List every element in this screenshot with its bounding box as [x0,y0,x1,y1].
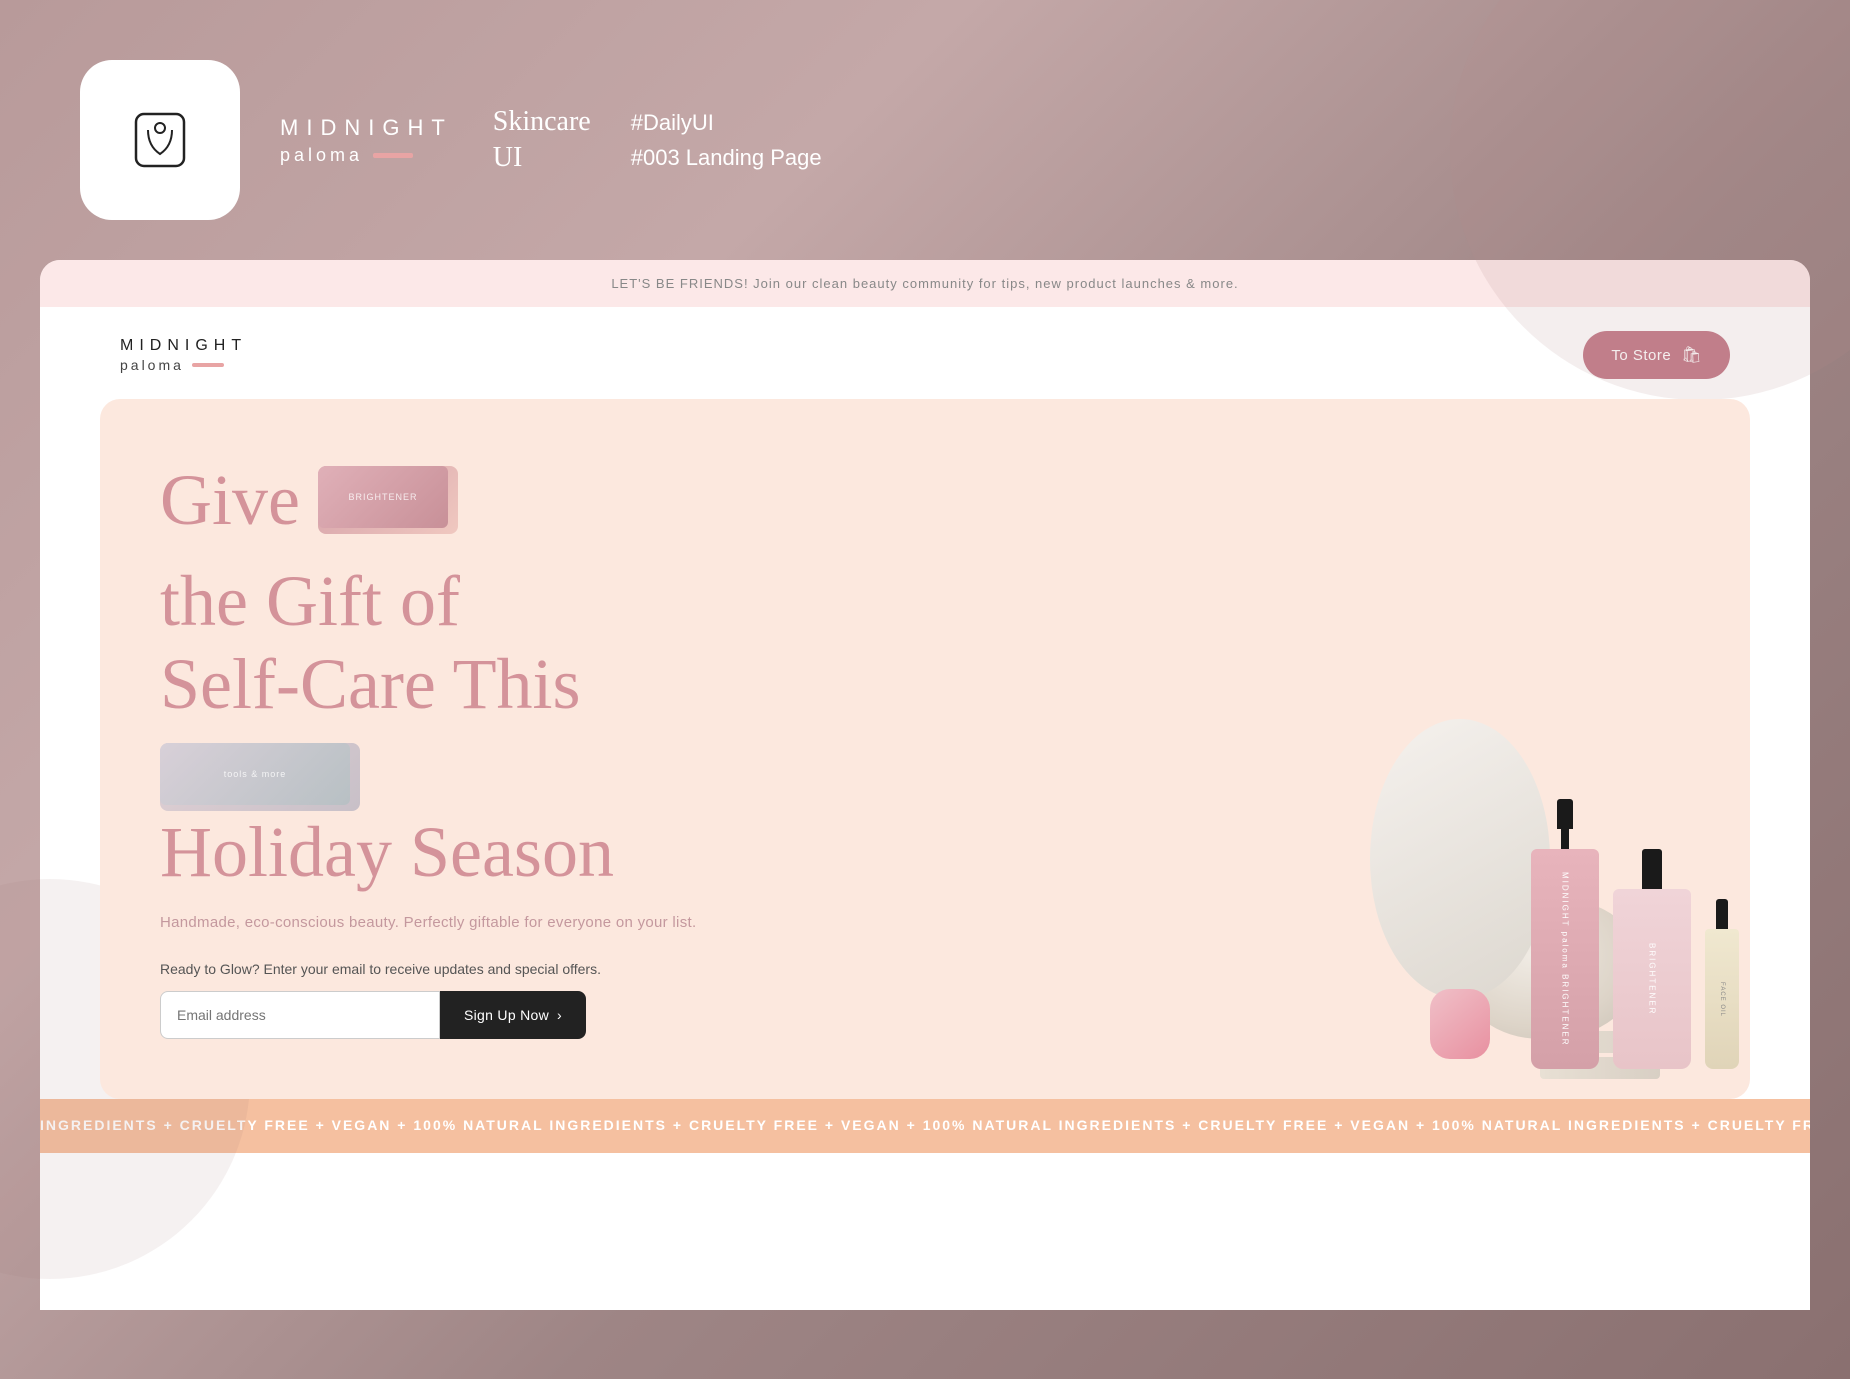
meta-brand-name: MIDNIGHT [280,115,453,141]
nav-bar-decoration [192,363,224,367]
meta-brand: MIDNIGHT paloma [280,115,453,166]
bottle-body-medium: BRIGHTENER [1613,889,1691,1069]
hero-cta-label: Ready to Glow? Enter your email to recei… [160,961,740,977]
bottle-brightener-tall: MIDNIGHT paloma BRIGHTENER [1530,799,1600,1079]
hero-give-text: Give [160,459,300,542]
meta-brand-bar [373,153,413,158]
shield-icon [128,108,192,172]
to-store-label: To Store [1611,347,1671,364]
ticker-bar: INGREDIENTS + CRUELTY FREE + VEGAN + 100… [40,1099,1810,1153]
hero-section: Give BRIGHTENER the Gift of Self-Care Th… [100,399,1750,1099]
hero-headline-line1: Give BRIGHTENER the Gift of [160,459,740,643]
bottle-pump-neck [1561,829,1569,849]
meta-daily-label: #DailyUI #003 Landing Page [631,105,822,175]
hero-subtext: Handmade, eco-conscious beauty. Perfectl… [160,914,740,931]
signup-arrow-icon: › [557,1007,562,1023]
bottle-body-tall: MIDNIGHT paloma BRIGHTENER [1531,849,1599,1069]
meta-brand-sub-row: paloma [280,145,453,166]
product-bottles: MIDNIGHT paloma BRIGHTENER BRIGHTENER FA… [1530,799,1740,1079]
bottle-medium: BRIGHTENER [1612,849,1692,1079]
signup-button[interactable]: Sign Up Now › [440,991,586,1039]
nav-logo-sub-text: paloma [120,357,184,373]
hero-inset-image2: tools & more [160,743,360,811]
nav-logo-sub: paloma [120,357,247,373]
bottle-roller: FACE OIL [1704,899,1740,1079]
hero-holiday-text: Holiday Season [160,811,740,894]
nav: MIDNIGHT paloma To Store 🛍 [40,307,1810,399]
meta-skincare-label: Skincare UI [493,104,591,177]
inset-label1: BRIGHTENER [348,491,417,504]
announcement-text: LET'S BE FRIENDS! Join our clean beauty … [611,276,1238,291]
meta-logo-box [80,60,240,220]
signup-label: Sign Up Now [464,1007,549,1023]
hero-products: MIDNIGHT paloma BRIGHTENER BRIGHTENER FA… [1230,559,1750,1099]
hero-cta-row: Sign Up Now › [160,991,740,1039]
meta-brand-sub-text: paloma [280,145,363,166]
hero-gift-text: the Gift of [160,560,460,643]
bottle-label-medium: BRIGHTENER [1648,943,1657,1015]
roller-label: FACE OIL [1719,982,1725,1017]
hero-inset-image1: BRIGHTENER [318,466,458,534]
bottle-label-tall: MIDNIGHT paloma BRIGHTENER [1561,872,1570,1047]
nav-logo-name: MIDNIGHT [120,337,247,355]
announcement-bar: LET'S BE FRIENDS! Join our clean beauty … [40,260,1810,307]
store-icon: 🛍 [1681,345,1702,365]
nav-logo: MIDNIGHT paloma [120,337,247,373]
email-input[interactable] [160,991,440,1039]
to-store-button[interactable]: To Store 🛍 [1583,331,1730,379]
hero-headline-line2: Self-Care This tools & more [160,643,740,812]
roller-body: FACE OIL [1705,929,1739,1069]
bottle-cap [1642,849,1662,889]
hero-content: Give BRIGHTENER the Gift of Self-Care Th… [100,399,800,1099]
ticker-content: INGREDIENTS + CRUELTY FREE + VEGAN + 100… [40,1117,1810,1133]
roller-cap [1716,899,1728,929]
meta-header: MIDNIGHT paloma Skincare UI #DailyUI #00… [0,0,1850,260]
bottle-pump-head [1557,799,1573,829]
hero-selfcare-text: Self-Care This [160,643,581,726]
hero-headline: Give BRIGHTENER the Gift of Self-Care Th… [160,459,740,894]
inset-label2: tools & more [224,768,287,781]
landing-card: LET'S BE FRIENDS! Join our clean beauty … [40,260,1810,1310]
